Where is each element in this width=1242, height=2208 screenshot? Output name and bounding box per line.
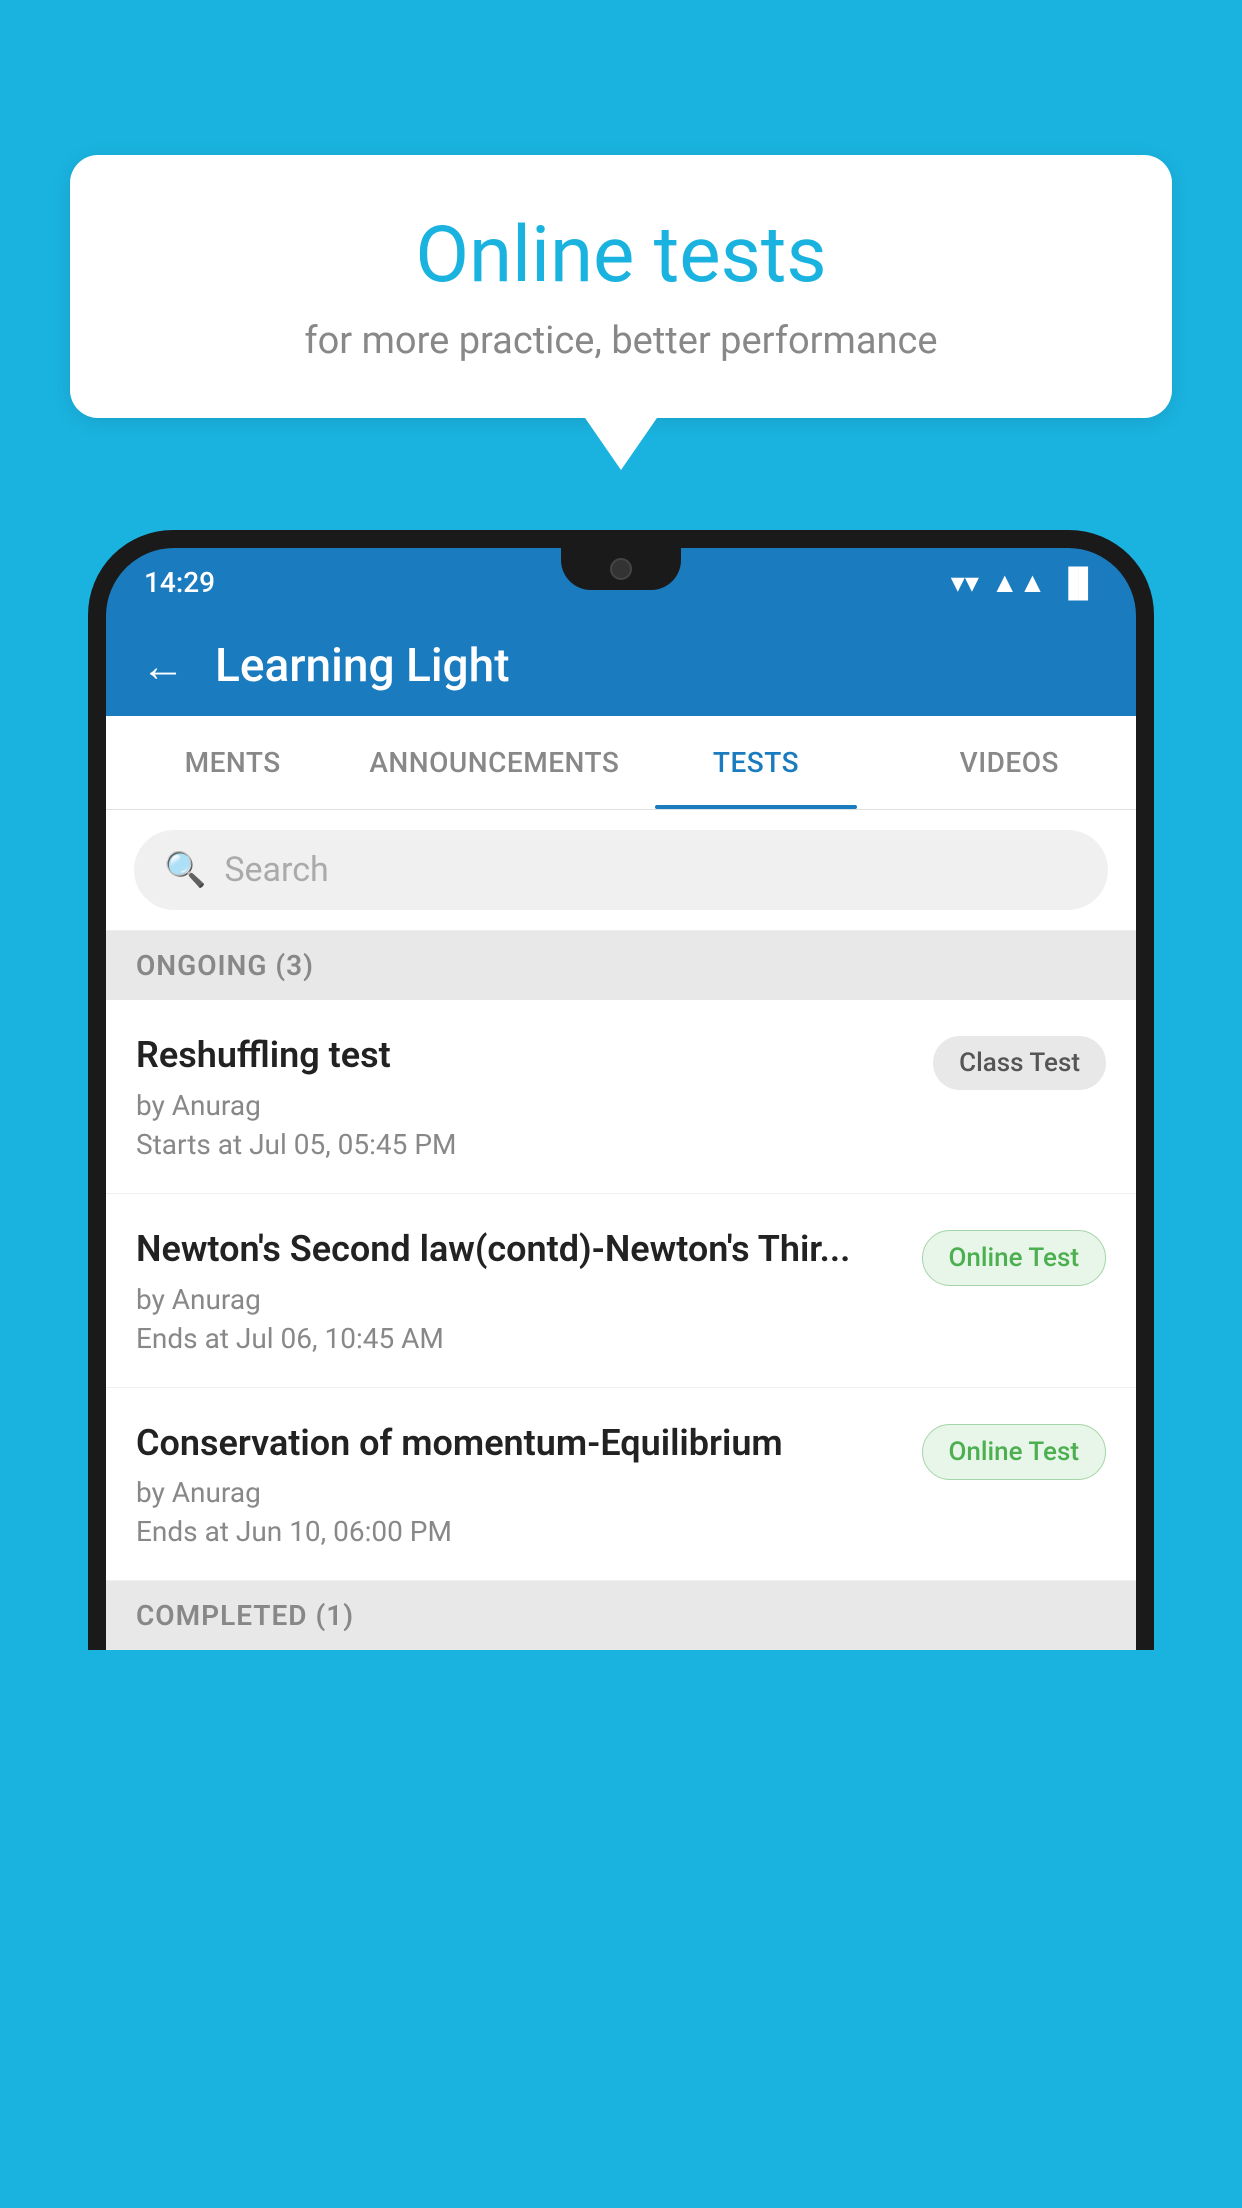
battery-icon: ▐▌ (1058, 566, 1098, 599)
search-icon: 🔍 (164, 850, 206, 890)
test-item-reshuffling[interactable]: Reshuffling test by Anurag Starts at Jul… (106, 1000, 1136, 1194)
app-header: ← Learning Light (106, 616, 1136, 716)
test-time-conservation: Ends at Jun 10, 06:00 PM (136, 1515, 902, 1548)
tab-ments[interactable]: MENTS (106, 716, 359, 809)
phone-mockup: 14:29 ▾▾ ▲▲ ▐▌ ← Learning Light MENTS (88, 530, 1154, 2208)
app-header-title: Learning Light (215, 639, 510, 693)
tab-announcements[interactable]: ANNOUNCEMENTS (359, 716, 629, 809)
tab-tests[interactable]: TESTS (629, 716, 882, 809)
wifi-icon: ▾▾ (951, 566, 979, 599)
bubble-title: Online tests (130, 210, 1112, 301)
test-by-newtons: by Anurag (136, 1283, 902, 1316)
test-item-conservation[interactable]: Conservation of momentum-Equilibrium by … (106, 1388, 1136, 1582)
signal-icon: ▲▲ (991, 566, 1046, 599)
search-bar-wrapper: 🔍 Search (106, 810, 1136, 931)
test-name-newtons: Newton's Second law(contd)-Newton's Thir… (136, 1226, 902, 1273)
test-info-reshuffling: Reshuffling test by Anurag Starts at Jul… (136, 1032, 913, 1161)
test-item-newtons[interactable]: Newton's Second law(contd)-Newton's Thir… (106, 1194, 1136, 1388)
test-name-conservation: Conservation of momentum-Equilibrium (136, 1420, 902, 1467)
test-by-reshuffling: by Anurag (136, 1089, 913, 1122)
test-badge-newtons: Online Test (922, 1230, 1107, 1286)
test-info-newtons: Newton's Second law(contd)-Newton's Thir… (136, 1226, 902, 1355)
speech-bubble-container: Online tests for more practice, better p… (70, 155, 1172, 418)
test-info-conservation: Conservation of momentum-Equilibrium by … (136, 1420, 902, 1549)
status-icons: ▾▾ ▲▲ ▐▌ (951, 566, 1098, 599)
test-badge-conservation: Online Test (922, 1424, 1107, 1480)
tabs-bar: MENTS ANNOUNCEMENTS TESTS VIDEOS (106, 716, 1136, 810)
ongoing-label: ONGOING (3) (136, 949, 314, 982)
back-arrow-icon[interactable]: ← (141, 644, 185, 688)
test-list: Reshuffling test by Anurag Starts at Jul… (106, 1000, 1136, 1581)
search-bar[interactable]: 🔍 Search (134, 830, 1108, 910)
test-by-conservation: by Anurag (136, 1476, 902, 1509)
phone-notch (561, 548, 681, 590)
phone-outer-shell: 14:29 ▾▾ ▲▲ ▐▌ ← Learning Light MENTS (88, 530, 1154, 1650)
completed-label: COMPLETED (1) (136, 1599, 354, 1632)
status-bar: 14:29 ▾▾ ▲▲ ▐▌ (106, 548, 1136, 616)
test-time-reshuffling: Starts at Jul 05, 05:45 PM (136, 1128, 913, 1161)
camera-dot (610, 558, 632, 580)
test-name-reshuffling: Reshuffling test (136, 1032, 913, 1079)
bubble-subtitle: for more practice, better performance (130, 319, 1112, 363)
search-placeholder: Search (224, 850, 328, 890)
tab-videos[interactable]: VIDEOS (883, 716, 1136, 809)
speech-bubble: Online tests for more practice, better p… (70, 155, 1172, 418)
ongoing-section-header: ONGOING (3) (106, 931, 1136, 1000)
test-time-newtons: Ends at Jul 06, 10:45 AM (136, 1322, 902, 1355)
test-badge-reshuffling: Class Test (933, 1036, 1106, 1090)
status-time: 14:29 (144, 566, 215, 599)
phone-content: MENTS ANNOUNCEMENTS TESTS VIDEOS 🔍 Searc… (106, 716, 1136, 1650)
completed-section-header: COMPLETED (1) (106, 1581, 1136, 1650)
